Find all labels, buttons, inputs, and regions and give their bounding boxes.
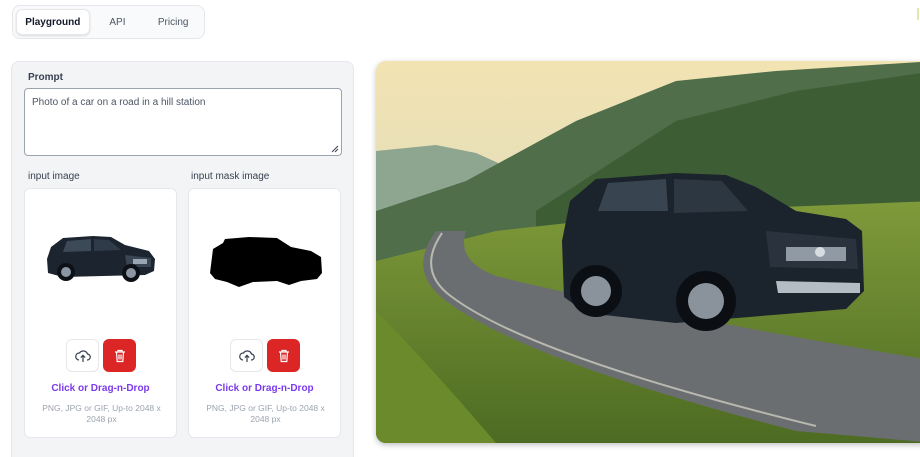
dropzone-hint: PNG, JPG or GIF, Up-to 2048 x 2048 px <box>206 403 325 424</box>
trash-icon <box>278 349 289 362</box>
cloud-upload-icon <box>238 349 255 362</box>
mask-image-label: input mask image <box>191 171 270 182</box>
tab-api[interactable]: API <box>90 9 146 35</box>
dropzone-hint: PNG, JPG or GIF, Up-to 2048 x 2048 px <box>42 403 161 424</box>
result-image <box>376 61 920 443</box>
dropzone-link[interactable]: Click or Drag-n-Drop <box>25 383 176 394</box>
tab-pricing[interactable]: Pricing <box>145 9 201 35</box>
prompt-text: Photo of a car on a road in a hill stati… <box>32 97 206 108</box>
generated-car-scene <box>376 61 920 443</box>
mask-image-thumbnail <box>210 237 322 287</box>
input-image-thumbnail <box>47 236 155 282</box>
trash-icon <box>114 349 125 362</box>
input-image-label: input image <box>28 171 80 182</box>
prompt-textarea[interactable]: Photo of a car on a road in a hill stati… <box>24 88 342 156</box>
upload-button[interactable] <box>66 339 99 372</box>
nav-tabs: Playground API Pricing <box>12 5 205 39</box>
controls-panel: Prompt Photo of a car on a road in a hil… <box>11 61 354 457</box>
delete-button[interactable] <box>267 339 300 372</box>
upload-button[interactable] <box>230 339 263 372</box>
dropzone-link[interactable]: Click or Drag-n-Drop <box>189 383 340 394</box>
delete-button[interactable] <box>103 339 136 372</box>
resize-handle-icon[interactable] <box>331 145 339 153</box>
edge-accent <box>917 8 919 20</box>
cloud-upload-icon <box>74 349 91 362</box>
mask-image-dropzone[interactable]: Click or Drag-n-Drop PNG, JPG or GIF, Up… <box>188 188 341 438</box>
input-image-dropzone[interactable]: Click or Drag-n-Drop PNG, JPG or GIF, Up… <box>24 188 177 438</box>
prompt-label: Prompt <box>28 72 63 83</box>
tab-playground[interactable]: Playground <box>16 9 90 35</box>
